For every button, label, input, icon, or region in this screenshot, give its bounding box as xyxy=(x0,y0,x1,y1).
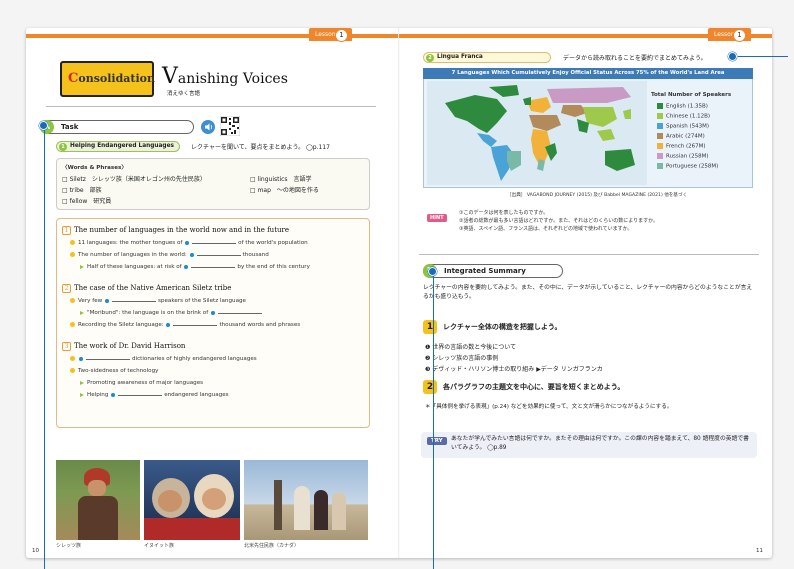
task-label: Task xyxy=(40,120,194,134)
listening-instruction: レクチャーを聞いて、要点をまとめよう。 ◯p.117 xyxy=(191,144,330,151)
try-label: TRY xyxy=(427,437,447,445)
annotation-pin[interactable] xyxy=(728,52,737,61)
section-heading-1: 1 The number of languages in the world no… xyxy=(62,226,289,235)
answer-blank[interactable] xyxy=(173,325,218,326)
legend-item: Spanish (543M) xyxy=(657,123,709,130)
answer-blank[interactable] xyxy=(217,313,262,314)
integrated-summary-label: Integrated Summary xyxy=(423,264,563,278)
lesson-number: 1 xyxy=(733,29,746,42)
lingua-franca-label: 2 Lingua Franca xyxy=(423,52,551,63)
lesson-number: 1 xyxy=(335,29,348,42)
answer-blank[interactable] xyxy=(112,301,156,302)
step-1-item: ❸ デヴィッド・ハリソン博士の取り組み ▶データ リンガフランカ xyxy=(425,366,603,373)
divider xyxy=(46,106,376,107)
section-heading-2: 2 The case of the Native American Siletz … xyxy=(62,284,231,293)
world-language-map xyxy=(427,81,647,185)
divider xyxy=(419,254,759,255)
swatch-english xyxy=(657,103,663,109)
audio-icon[interactable] xyxy=(201,120,215,134)
textbook-spread: Lesson 1 Consolidation Vanishing Voices … xyxy=(26,28,772,558)
swatch-russian xyxy=(657,153,663,159)
answer-blank[interactable] xyxy=(86,359,130,360)
note-line: Half of these languages: at risk of by t… xyxy=(80,264,310,270)
legend-title: Total Number of Speakers xyxy=(651,92,732,98)
qr-code-icon[interactable] xyxy=(220,116,240,136)
step-1: 1 レクチャー全体の構造を把握しよう。 xyxy=(423,320,562,334)
note-line: Recording the Siletz language: thousand … xyxy=(70,322,300,328)
answer-blank[interactable] xyxy=(118,395,163,396)
photo-caption: シレッツ族 xyxy=(56,543,82,549)
section-heading-3: 3 The work of Dr. David Harrison xyxy=(62,342,185,351)
left-page: Lesson 1 Consolidation Vanishing Voices … xyxy=(26,28,399,558)
step-1-item: ❷ シレッツ族の言語の事例 xyxy=(425,355,499,362)
words-heading: 〈Words & Phrases〉 xyxy=(62,165,127,171)
summary-intro: レクチャーの内容を要約してみよう。また、その中に、データが示していること、レクチ… xyxy=(423,285,753,300)
right-page: Lesson 1 2 Lingua Franca データから読み取れることを要約で… xyxy=(399,28,772,558)
swatch-chinese xyxy=(657,113,663,119)
word-item: □ tribe 部族 xyxy=(62,187,102,194)
legend-item: Arabic (274M) xyxy=(657,133,705,140)
note-line: The number of languages in the world: th… xyxy=(70,252,269,258)
note-line: Helping endangered languages xyxy=(80,392,229,398)
page-number-left: 10 xyxy=(32,548,39,554)
word-item: □ linguistics 言語学 xyxy=(250,176,312,183)
legend-item: Chinese (1.12B) xyxy=(657,113,710,120)
photo-north-american-indigenous xyxy=(244,460,368,540)
textbook-spread-view: Lesson 1 Consolidation Vanishing Voices … xyxy=(0,0,794,569)
annotation-line xyxy=(44,126,45,569)
try-text: あなたが学んでみたい言語は何ですか。またその理由は何ですか。この課の内容を踏まえ… xyxy=(451,436,749,451)
page-number-right: 11 xyxy=(756,548,763,554)
hint-item: ②話者の総数が最も多い言語はどれですか。また、それはどのくらいの数によりますか。 xyxy=(459,218,659,224)
unit-title: Vanishing Voices xyxy=(162,64,288,89)
answer-blank[interactable] xyxy=(196,255,241,256)
note-line: "Moribund": the language is on the brink… xyxy=(80,310,264,316)
hint-item: ①このデータは何を表したものですか。 xyxy=(459,210,549,216)
consolidation-label: Consolidation xyxy=(68,71,155,86)
legend-item: Portuguese (258M) xyxy=(657,163,718,170)
photo-inuit xyxy=(144,460,240,540)
note-line: Promoting awareness of major languages xyxy=(80,380,203,386)
map-title: 7 Languages Which Cumulatively Enjoy Off… xyxy=(423,68,753,79)
word-item: □ map 〜の地図を作る xyxy=(250,187,319,194)
annotation-line xyxy=(738,56,788,57)
answer-blank[interactable] xyxy=(191,267,236,268)
swatch-arabic xyxy=(657,133,663,139)
legend-item: English (1.35B) xyxy=(657,103,708,110)
step-2-note: ＊「具体例を挙げる表現」(p.24) などを効果的に使って、文と文が滑らかにつな… xyxy=(425,404,673,410)
legend-item: French (267M) xyxy=(657,143,706,150)
photo-siletz xyxy=(56,460,140,540)
map-source: ［出典］ VAGABOND JOURNEY (2015) 及び Babbel M… xyxy=(507,193,688,198)
hint-label: HINT xyxy=(427,214,447,222)
legend-item: Russian (258M) xyxy=(657,153,708,160)
consolidation-banner: Consolidation xyxy=(60,61,155,97)
lingua-instruction: データから読み取れることを要約でまとめてみよう。 xyxy=(563,55,707,62)
listening-task-label: 1 Helping Endangered Languages xyxy=(56,141,180,152)
annotation-pin[interactable] xyxy=(39,121,48,130)
annotation-pin[interactable] xyxy=(428,267,437,276)
swatch-french xyxy=(657,143,663,149)
photo-caption: イヌイット族 xyxy=(144,543,175,549)
note-line: 11 languages: the mother tongues of of t… xyxy=(70,240,308,246)
step-1-item: ❶ 世界の言語の数と今後について xyxy=(425,344,517,351)
annotation-line xyxy=(433,272,434,569)
word-item: □ fellow 研究員 xyxy=(62,198,112,205)
swatch-spanish xyxy=(657,123,663,129)
note-line: Two-sidedness of technology xyxy=(70,368,158,374)
photo-caption: 北米先住民族（カナダ） xyxy=(244,543,300,549)
unit-subtitle: 消えゆく言語 xyxy=(167,91,201,97)
step-2: 2 各パラグラフの主題文を中心に、要旨を短くまとめよう。 xyxy=(423,380,624,394)
note-line: Very few speakers of the Siletz language xyxy=(70,298,246,304)
swatch-portuguese xyxy=(657,163,663,169)
word-item: □ Siletz シレッツ族（米国オレゴン州の先住民族） xyxy=(62,176,206,183)
hint-item: ③英語、スペイン語、フランス語は、それぞれどの地域で使われていますか。 xyxy=(459,226,633,232)
answer-blank[interactable] xyxy=(192,243,237,244)
note-line: dictionaries of highly endangered langua… xyxy=(70,356,257,362)
